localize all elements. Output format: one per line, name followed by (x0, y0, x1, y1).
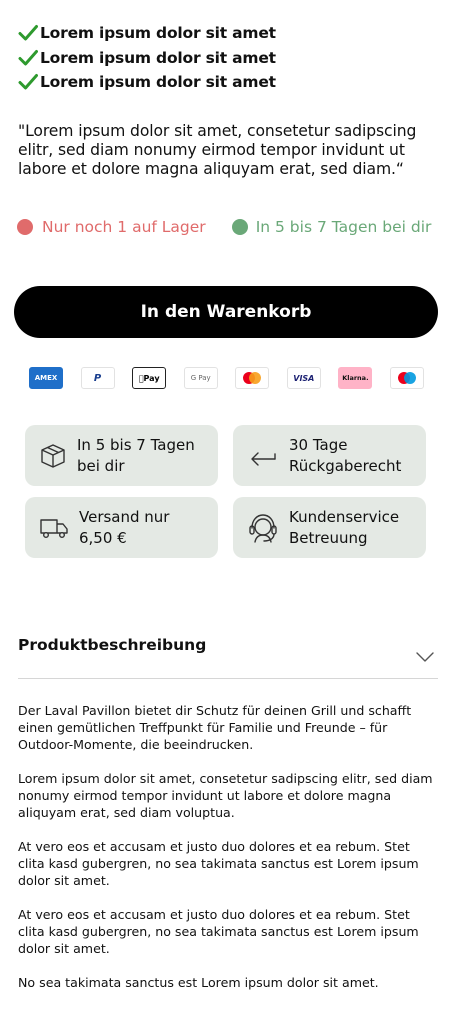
checklist-item: Lorem ipsum dolor sit amet (18, 21, 276, 46)
checklist-item-label: Lorem ipsum dolor sit amet (40, 73, 276, 92)
checkmark-icon (18, 25, 38, 41)
description-paragraph: At vero eos et accusam et justo duo dolo… (18, 907, 419, 956)
checkmark-icon (18, 49, 38, 66)
checkmark-icon (18, 74, 38, 90)
red-dot-icon (17, 219, 33, 235)
description-paragraph: No sea takimata sanctus est Lorem ipsum … (18, 975, 379, 990)
description-paragraph: Der Laval Pavillon bietet dir Schutz für… (18, 703, 412, 752)
add-to-cart-button[interactable]: In den Warenkorb (14, 286, 438, 338)
low-stock-label: Nur noch 1 auf Lager (42, 218, 206, 236)
benefit-checklist: Lorem ipsum dolor sit amet Lorem ipsum d… (18, 21, 276, 95)
feature-label: Versand nur 6,50 € (79, 507, 170, 547)
paypal-icon: P (80, 367, 115, 389)
delivery-indicator: In 5 bis 7 Tagen bei dir (231, 218, 432, 236)
description-paragraph: Lorem ipsum dolor sit amet, consetetur s… (18, 771, 433, 820)
box-icon (41, 443, 65, 468)
description-body: Der Laval Pavillon bietet dir Schutz für… (18, 702, 438, 1008)
description-paragraph: At vero eos et accusam et justo duo dolo… (18, 839, 419, 888)
apple-pay-icon: Pay (132, 367, 167, 389)
low-stock-indicator: Nur noch 1 auf Lager (17, 218, 206, 236)
green-dot-icon (231, 219, 248, 235)
feature-returns: 30 Tage Rückgaberecht (233, 425, 426, 486)
feature-delivery: In 5 bis 7 Tagen bei dir (25, 425, 218, 486)
description-title: Produktbeschreibung (18, 636, 207, 654)
product-quote: "Lorem ipsum dolor sit amet, consetetur … (18, 122, 417, 178)
google-pay-icon: G Pay (183, 367, 218, 389)
chevron-down-icon[interactable] (416, 652, 434, 662)
availability-row: Nur noch 1 auf Lager In 5 bis 7 Tagen be… (17, 218, 447, 236)
payment-methods: AMEX P Pay G Pay VISA Klarna. (29, 367, 424, 389)
feature-label: Kundenservice Betreuung (289, 507, 400, 547)
description-accordion-header[interactable]: Produktbeschreibung (18, 636, 438, 679)
feature-support: Kundenservice Betreuung (233, 497, 426, 558)
feature-grid: In 5 bis 7 Tagen bei dir 30 Tage Rückgab… (25, 425, 426, 558)
feature-label: 30 Tage Rückgaberecht (289, 435, 402, 475)
visa-icon: VISA (286, 367, 321, 389)
maestro-icon (389, 367, 424, 389)
klarna-icon: Klarna. (338, 367, 373, 389)
checklist-item-label: Lorem ipsum dolor sit amet (40, 24, 276, 43)
amex-icon: AMEX (29, 367, 63, 389)
truck-icon (40, 518, 68, 538)
checklist-item-label: Lorem ipsum dolor sit amet (40, 48, 276, 67)
delivery-label: In 5 bis 7 Tagen bei dir (255, 218, 432, 236)
headset-icon (249, 513, 277, 543)
return-arrow-icon (251, 451, 276, 466)
feature-shipping: Versand nur 6,50 € (25, 497, 218, 558)
checklist-item: Lorem ipsum dolor sit amet (18, 70, 276, 95)
mastercard-icon (235, 367, 270, 389)
feature-label: In 5 bis 7 Tagen bei dir (77, 435, 195, 475)
checklist-item: Lorem ipsum dolor sit amet (18, 46, 276, 71)
